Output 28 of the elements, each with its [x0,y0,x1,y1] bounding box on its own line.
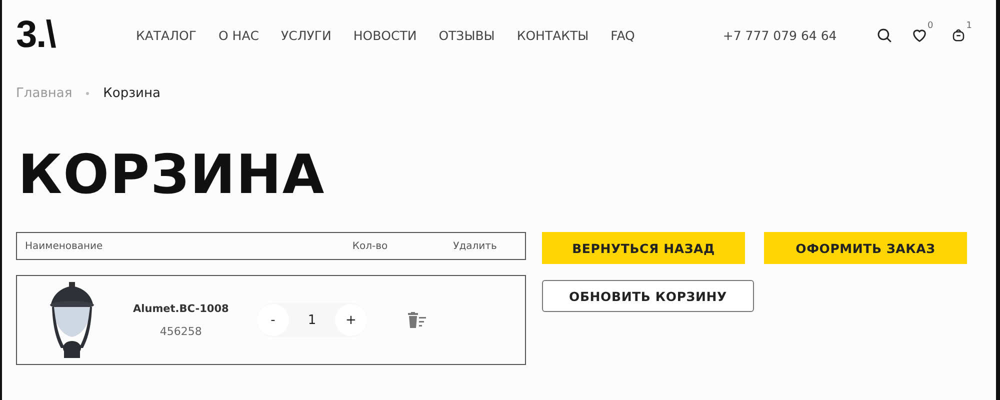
nav-link[interactable]: НОВОСТИ [353,28,417,42]
nav-link[interactable]: О НАС [218,28,259,42]
nav-link[interactable]: ОТЗЫВЫ [438,28,495,42]
column-header: Кол-во [352,240,388,252]
column-header: Удалить [453,240,497,252]
primary-button[interactable]: ВЕРНУТЬСЯ НАЗАД [542,232,745,264]
nav-link[interactable]: КОНТАКТЫ [516,28,589,42]
increase-button[interactable]: + [335,304,367,336]
column-header: Наименование [25,240,103,252]
outline-button[interactable]: ОБНОВИТЬ КОРЗИНУ [542,280,754,312]
trash-icon[interactable] [407,312,427,328]
breadcrumb-link[interactable]: Корзина [103,86,160,101]
nav-link[interactable]: FAQ [610,28,635,42]
primary-button[interactable]: ОФОРМИТЬ ЗАКАЗ [764,232,967,264]
search-icon[interactable] [876,26,893,44]
product-sku: 456258 [160,324,202,338]
page-title: КОРЗИНА [18,143,326,206]
quantity-value: 1 [308,312,316,328]
decrease-button[interactable]: - [257,304,289,336]
logo[interactable]: 3.\ [16,14,136,56]
product-name[interactable]: Alumet.BC-1008 [133,302,229,314]
favorites-count: 0 [928,20,934,30]
cart-count: 1 [966,21,972,31]
nav-link[interactable]: КАТАЛОГ [136,28,196,42]
phone-number: +7 777 079 64 64 [722,28,837,42]
bag-icon[interactable] [951,27,966,43]
heart-icon[interactable] [910,26,928,44]
nav-link[interactable]: УСЛУГИ [280,28,332,42]
